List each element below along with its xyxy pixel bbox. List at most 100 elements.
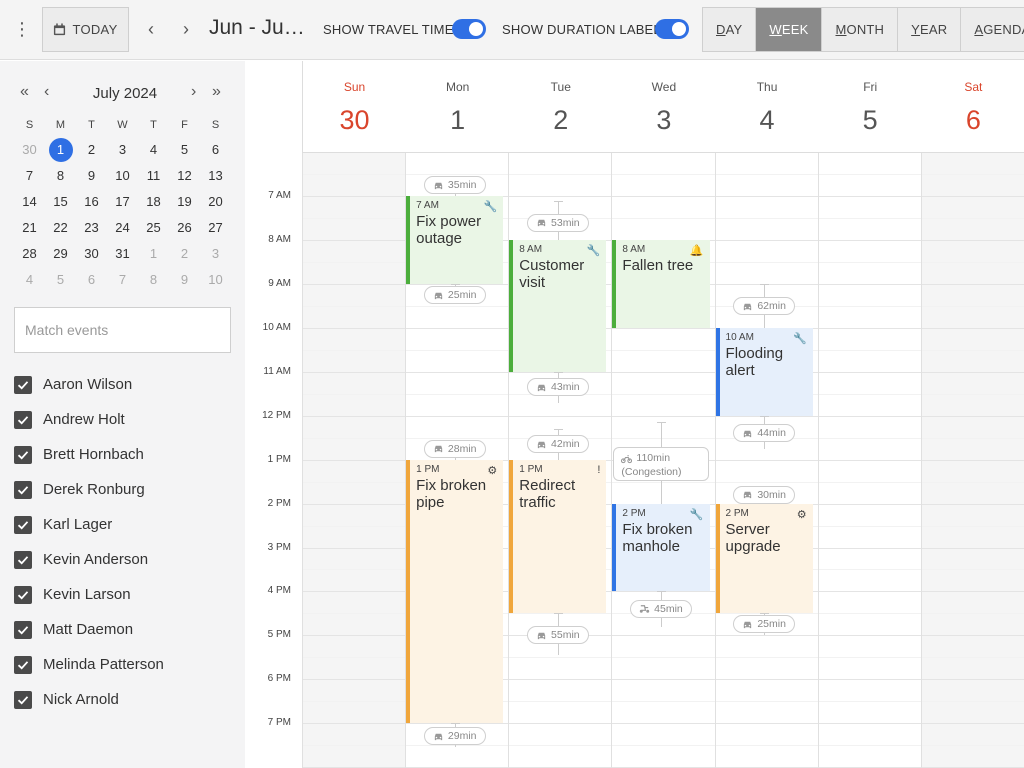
mini-day[interactable]: 27 [200,215,231,241]
mini-day[interactable]: 1 [138,241,169,267]
mini-day[interactable]: 25 [138,215,169,241]
checkbox-checked-icon[interactable] [14,690,32,709]
checkbox-checked-icon[interactable] [14,375,32,394]
resource-item[interactable]: Nick Arnold [14,682,239,717]
mini-day[interactable]: 22 [45,215,76,241]
mini-day[interactable]: 4 [138,137,169,163]
mini-day[interactable]: 30 [76,241,107,267]
prev-month-icon[interactable]: ‹ [44,83,49,101]
more-vert-icon[interactable]: ⋮ [12,20,32,40]
mini-day[interactable]: 5 [169,137,200,163]
travel-time-badge: 25min [423,286,486,305]
resource-item[interactable]: Brett Hornbach [14,437,239,472]
mini-day[interactable]: 9 [169,267,200,293]
mini-day[interactable]: 13 [200,163,231,189]
mini-day[interactable]: 29 [45,241,76,267]
mini-day[interactable]: 8 [45,163,76,189]
mini-day[interactable]: 26 [169,215,200,241]
mini-day[interactable]: 24 [107,215,138,241]
view-button-3[interactable]: Y EAR [898,8,962,51]
next-month-icon[interactable]: › [191,83,196,101]
resource-item[interactable]: Karl Lager [14,507,239,542]
duration-label-toggle[interactable] [655,19,689,39]
next-icon[interactable]: › [174,18,198,42]
resource-item[interactable]: Andrew Holt [14,402,239,437]
day-header[interactable]: Sun 30 [303,61,406,153]
mini-day[interactable]: 7 [107,267,138,293]
previous-icon[interactable]: ‹ [139,18,163,42]
mini-day[interactable]: 3 [200,241,231,267]
resource-item[interactable]: Matt Daemon [14,612,239,647]
day-header[interactable]: Tue 2 [509,61,612,153]
day-header[interactable]: Thu 4 [716,61,819,153]
travel-time-value: 44min [757,427,786,440]
resource-item[interactable]: Melinda Patterson [14,647,239,682]
checkbox-checked-icon[interactable] [14,480,32,499]
mini-day-selected[interactable]: 1 [45,137,76,163]
view-button-4[interactable]: AGENDA [961,8,1024,51]
mini-day[interactable]: 21 [14,215,45,241]
checkbox-checked-icon[interactable] [14,445,32,464]
mini-day[interactable]: 6 [200,137,231,163]
mini-day[interactable]: 14 [14,189,45,215]
calendar-event[interactable]: 2 PM Fix broken manhole 🔧 [612,503,710,592]
view-button-2[interactable]: M ONTH [822,8,899,51]
mini-day[interactable]: 15 [45,189,76,215]
mini-day[interactable]: 31 [107,241,138,267]
mini-day[interactable]: 6 [76,267,107,293]
mini-day[interactable]: 28 [14,241,45,267]
checkbox-checked-icon[interactable] [14,410,32,429]
travel-time-value: 42min [551,438,580,451]
mini-day[interactable]: 5 [45,267,76,293]
resource-item[interactable]: Derek Ronburg [14,472,239,507]
day-header[interactable]: Wed 3 [612,61,715,153]
checkbox-checked-icon[interactable] [14,620,32,639]
checkbox-checked-icon[interactable] [14,515,32,534]
calendar-event[interactable]: 10 AM Flooding alert 🔧 [715,328,813,416]
mini-day[interactable]: 7 [14,163,45,189]
mini-day[interactable]: 9 [76,163,107,189]
mini-day[interactable]: 16 [76,189,107,215]
prev-year-icon[interactable]: « [20,83,29,101]
mini-day[interactable]: 23 [76,215,107,241]
calendar-event[interactable]: 8 AM Customer visit 🔧 [509,240,607,372]
search-input[interactable] [14,307,231,353]
mini-day[interactable]: 4 [14,267,45,293]
travel-time-toggle[interactable] [452,19,486,39]
view-button-1[interactable]: W EEK [756,8,823,51]
resource-item[interactable]: Kevin Anderson [14,542,239,577]
checkbox-checked-icon[interactable] [14,550,32,569]
mini-day[interactable]: 19 [169,189,200,215]
day-header[interactable]: Fri 5 [819,61,922,153]
calendar-event[interactable]: 7 AM Fix power outage 🔧 [406,196,504,285]
mini-day-number: 5 [180,142,189,157]
next-year-icon[interactable]: » [212,83,221,101]
mini-day[interactable]: 18 [138,189,169,215]
view-button-0[interactable]: D AY [703,8,757,51]
calendar-event[interactable]: 1 PM Redirect traffic! [509,459,607,614]
checkbox-checked-icon[interactable] [14,585,32,604]
mini-day[interactable]: 2 [76,137,107,163]
mini-day[interactable]: 10 [200,267,231,293]
day-header[interactable]: Sat 6 [922,61,1024,153]
resource-item[interactable]: Aaron Wilson [14,367,239,402]
mini-day[interactable]: 10 [107,163,138,189]
today-button[interactable]: TODAY [42,7,129,52]
day-name: Wed [651,80,677,94]
calendar-event[interactable]: 8 AM Fallen tree 🔔 [612,240,710,328]
mini-day[interactable]: 12 [169,163,200,189]
checkbox-checked-icon[interactable] [14,655,32,674]
calendar-event[interactable]: 2 PM Server upgrade ⚙ [715,503,813,614]
resource-item[interactable]: Kevin Larson [14,577,239,612]
mini-day[interactable]: 3 [107,137,138,163]
mini-day[interactable]: 20 [200,189,231,215]
calendar-event[interactable]: 1 PM Fix broken pipe ⚙ [406,459,504,724]
resource-name: Nick Arnold [43,691,119,708]
mini-day[interactable]: 30 [14,137,45,163]
mini-day[interactable]: 11 [138,163,169,189]
mini-day[interactable]: 2 [169,241,200,267]
day-header[interactable]: Mon 1 [406,61,509,153]
wrench-icon: 🔧 [483,201,498,214]
mini-day[interactable]: 17 [107,189,138,215]
mini-day[interactable]: 8 [138,267,169,293]
